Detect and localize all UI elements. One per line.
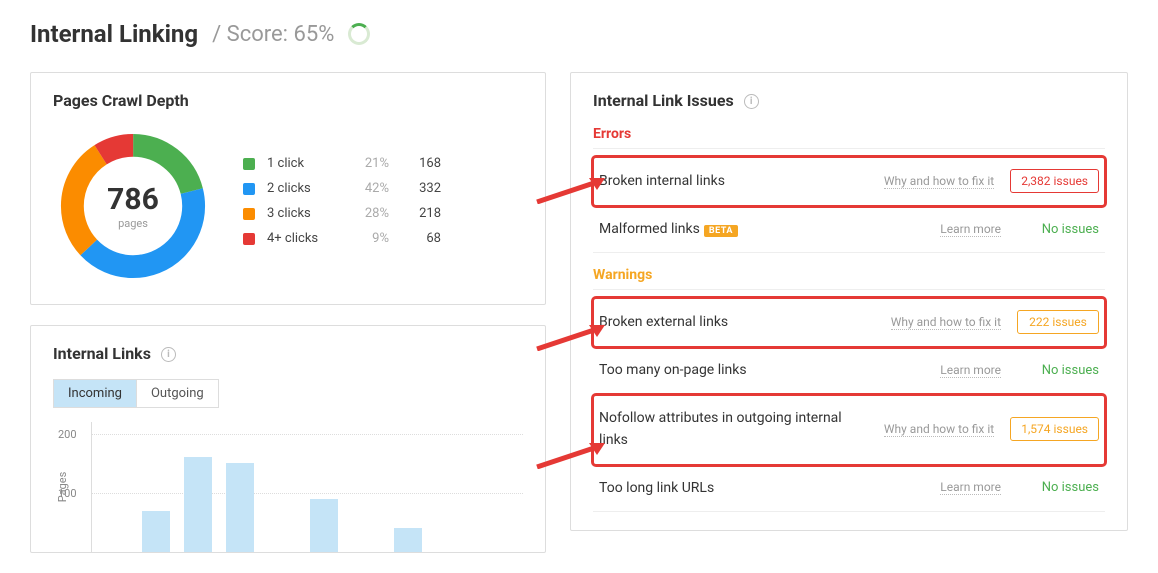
issue-name: Too many on-page links [599,359,924,381]
issue-row[interactable]: Nofollow attributes in outgoing internal… [593,395,1105,465]
issue-name: Too long link URLs [599,477,924,499]
learn-more-link[interactable]: Learn more [940,222,1001,237]
no-issues-label: No issues [1017,480,1099,495]
internal-links-title: Internal Links i [53,344,523,363]
tab-outgoing[interactable]: Outgoing [136,380,218,407]
learn-more-link[interactable]: Learn more [940,363,1001,378]
legend-swatch-icon [243,183,255,195]
score-label: / Score: 65% [212,22,334,47]
legend-row[interactable]: 2 clicks 42% 332 [243,181,441,196]
issues-title: Internal Link Issues i [593,91,1105,110]
legend-label: 4+ clicks [267,231,337,246]
legend-pct: 21% [349,156,389,171]
issue-name: Broken external links [599,311,875,333]
legend-row[interactable]: 3 clicks 28% 218 [243,206,441,221]
bar[interactable] [184,457,212,552]
legend-value: 168 [401,156,441,171]
legend-label: 2 clicks [267,181,337,196]
crawl-depth-title: Pages Crawl Depth [53,91,523,110]
bar[interactable] [142,511,170,552]
issue-count-badge[interactable]: 222 issues [1017,310,1099,334]
learn-more-link[interactable]: Learn more [940,480,1001,495]
legend-label: 1 click [267,156,337,171]
legend-swatch-icon [243,208,255,220]
legend-swatch-icon [243,233,255,245]
internal-links-panel: Internal Links i Incoming Outgoing Pages… [30,325,546,553]
warnings-section-title: Warnings [593,267,1105,290]
page-header: Internal Linking / Score: 65% [30,20,1128,48]
legend-value: 332 [401,181,441,196]
legend-swatch-icon [243,158,255,170]
bar[interactable] [394,528,422,552]
fix-link[interactable]: Why and how to fix it [891,315,1001,330]
issue-name: Broken internal links [599,170,868,192]
issue-name: Malformed linksBETA [599,218,924,240]
donut-sub: pages [107,217,159,230]
legend-pct: 42% [349,181,389,196]
issue-name: Nofollow attributes in outgoing internal… [599,407,868,452]
issue-count-badge[interactable]: 1,574 issues [1010,417,1099,441]
crawl-depth-donut: 786 pages [53,126,213,286]
fix-link[interactable]: Why and how to fix it [884,422,994,437]
legend-pct: 9% [349,231,389,246]
issue-row[interactable]: Broken internal links Why and how to fix … [593,157,1105,206]
internal-links-bar-chart: Pages 100 200 [91,422,523,552]
legend-pct: 28% [349,206,389,221]
crawl-depth-legend: 1 click 21% 168 2 clicks 42% 332 3 clicks 28% 21… [243,156,441,256]
loading-spinner-icon [348,23,370,45]
issue-row[interactable]: Too many on-page links Learn more No issue… [593,347,1105,394]
legend-row[interactable]: 4+ clicks 9% 68 [243,231,441,246]
bar[interactable] [310,499,338,552]
legend-value: 68 [401,231,441,246]
bar[interactable] [226,463,254,552]
legend-value: 218 [401,206,441,221]
no-issues-label: No issues [1017,222,1099,237]
no-issues-label: No issues [1017,363,1099,378]
issue-row[interactable]: Malformed linksBETA Learn more No issues [593,206,1105,253]
fix-link[interactable]: Why and how to fix it [884,174,994,189]
issue-row[interactable]: Broken external links Why and how to fix … [593,298,1105,347]
donut-total: 786 [107,182,159,217]
tab-incoming[interactable]: Incoming [54,380,136,407]
issues-panel: Internal Link Issues i Errors Broken int… [570,72,1128,531]
page-title: Internal Linking [30,20,198,48]
link-direction-tabs: Incoming Outgoing [53,379,219,408]
beta-badge: BETA [704,225,738,237]
info-icon[interactable]: i [744,94,759,109]
legend-row[interactable]: 1 click 21% 168 [243,156,441,171]
crawl-depth-panel: Pages Crawl Depth 786 pages 1 click 21% 16… [30,72,546,305]
issue-count-badge[interactable]: 2,382 issues [1010,169,1099,193]
errors-section-title: Errors [593,126,1105,149]
legend-label: 3 clicks [267,206,337,221]
issue-row[interactable]: Too long link URLs Learn more No issues [593,465,1105,512]
info-icon[interactable]: i [161,347,176,362]
